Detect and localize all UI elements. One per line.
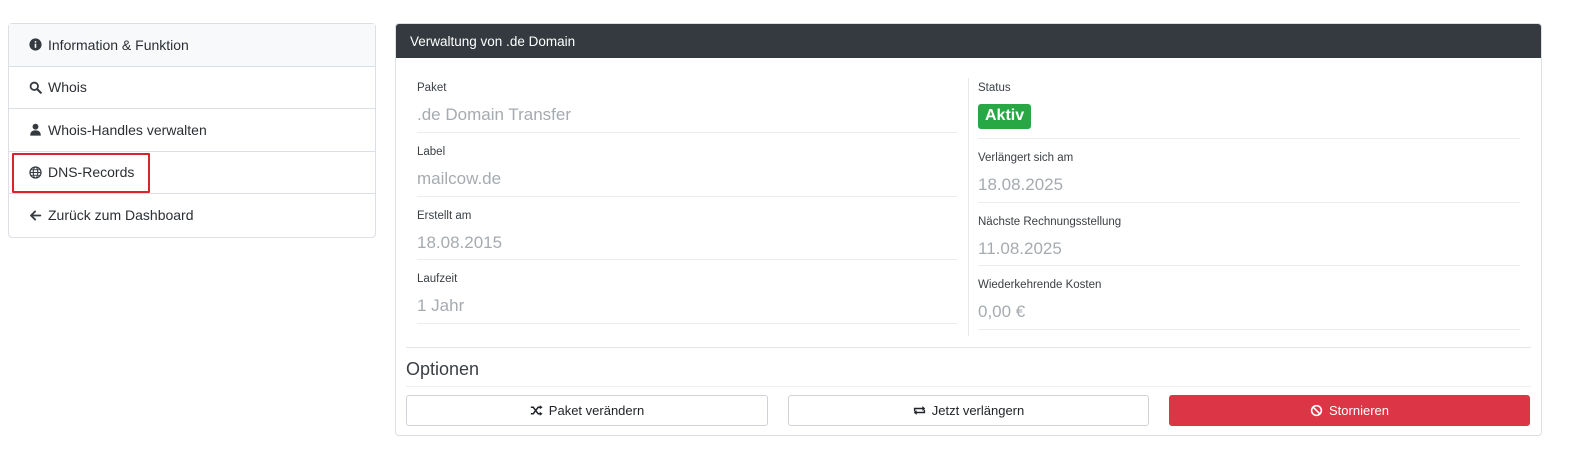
- ban-icon: [1310, 404, 1323, 417]
- field-rechnung: Nächste Rechnungsstellung 11.08.2025: [978, 203, 1520, 266]
- field-label: Nächste Rechnungsstellung: [978, 216, 1122, 228]
- sidebar-item-whois-handles[interactable]: Whois-Handles verwalten: [9, 109, 375, 152]
- panel-header: Verwaltung von .de Domain: [396, 24, 1541, 58]
- field-label: Label: [417, 146, 446, 158]
- arrow-left-icon: [28, 208, 42, 222]
- field-value: 1 Jahr: [417, 296, 465, 315]
- field-verlaengert: Verlängert sich am 18.08.2025: [978, 139, 1520, 203]
- button-label: Jetzt verlängern: [931, 403, 1025, 418]
- sidebar-item-back-dashboard[interactable]: Zurück zum Dashboard: [9, 194, 375, 237]
- field-value: 11.08.2025: [978, 239, 1062, 258]
- sidebar-item-label: DNS-Records: [48, 164, 135, 181]
- column-divider: [968, 78, 969, 336]
- sidebar-nav: Information & Funktion Whois Whois-Handl…: [8, 23, 376, 238]
- repeat-icon: [913, 404, 926, 417]
- domain-management-panel: Verwaltung von .de Domain Paket .de Doma…: [395, 23, 1542, 436]
- change-package-button[interactable]: Paket verändern: [406, 395, 768, 426]
- domain-info-grid: Paket .de Domain Transfer Label mailcow.…: [396, 58, 1541, 338]
- field-label-name: Label mailcow.de: [417, 133, 957, 197]
- field-laufzeit: Laufzeit 1 Jahr: [417, 260, 957, 324]
- sidebar-item-label: Zurück zum Dashboard: [48, 207, 194, 224]
- field-label: Laufzeit: [417, 273, 458, 285]
- field-label: Verlängert sich am: [978, 152, 1074, 164]
- info-circle-icon: [28, 38, 42, 52]
- search-icon: [28, 80, 42, 94]
- info-column-left: Paket .de Domain Transfer Label mailcow.…: [417, 58, 957, 324]
- sidebar-item-information[interactable]: Information & Funktion: [9, 24, 375, 67]
- cancel-button[interactable]: Stornieren: [1169, 395, 1530, 426]
- sidebar-item-label: Whois: [48, 79, 87, 96]
- field-label: Status: [978, 82, 1011, 94]
- sidebar-item-whois[interactable]: Whois: [9, 67, 375, 109]
- status-badge: Aktiv: [978, 104, 1032, 129]
- field-label: Erstellt am: [417, 210, 472, 222]
- field-label: Paket: [417, 82, 447, 94]
- field-label: Wiederkehrende Kosten: [978, 279, 1102, 291]
- info-column-right: Status Aktiv Verlängert sich am 18.08.20…: [978, 58, 1520, 330]
- globe-icon: [28, 165, 42, 179]
- options-title: Optionen: [406, 359, 480, 379]
- field-value: 0,00 €: [978, 302, 1026, 321]
- field-value: 18.08.2025: [978, 175, 1064, 194]
- sidebar-item-dns-records[interactable]: DNS-Records: [9, 152, 375, 194]
- button-label: Paket verändern: [548, 403, 645, 418]
- panel-title: Verwaltung von .de Domain: [410, 33, 576, 49]
- field-status: Status Aktiv: [978, 58, 1520, 139]
- field-value: mailcow.de: [417, 169, 502, 188]
- renew-now-button[interactable]: Jetzt verlängern: [788, 395, 1149, 426]
- field-paket: Paket .de Domain Transfer: [417, 58, 957, 133]
- user-icon: [28, 123, 42, 137]
- options-divider: [406, 347, 1531, 348]
- field-value: 18.08.2015: [417, 233, 503, 252]
- options-separator: [406, 386, 1531, 387]
- sidebar-item-label: Whois-Handles verwalten: [48, 121, 207, 138]
- field-value: .de Domain Transfer: [417, 105, 572, 124]
- button-label: Stornieren: [1329, 403, 1389, 418]
- field-erstellt: Erstellt am 18.08.2015: [417, 197, 957, 260]
- field-kosten: Wiederkehrende Kosten 0,00 €: [978, 266, 1520, 330]
- sidebar-item-label: Information & Funktion: [48, 36, 189, 53]
- shuffle-icon: [530, 404, 543, 417]
